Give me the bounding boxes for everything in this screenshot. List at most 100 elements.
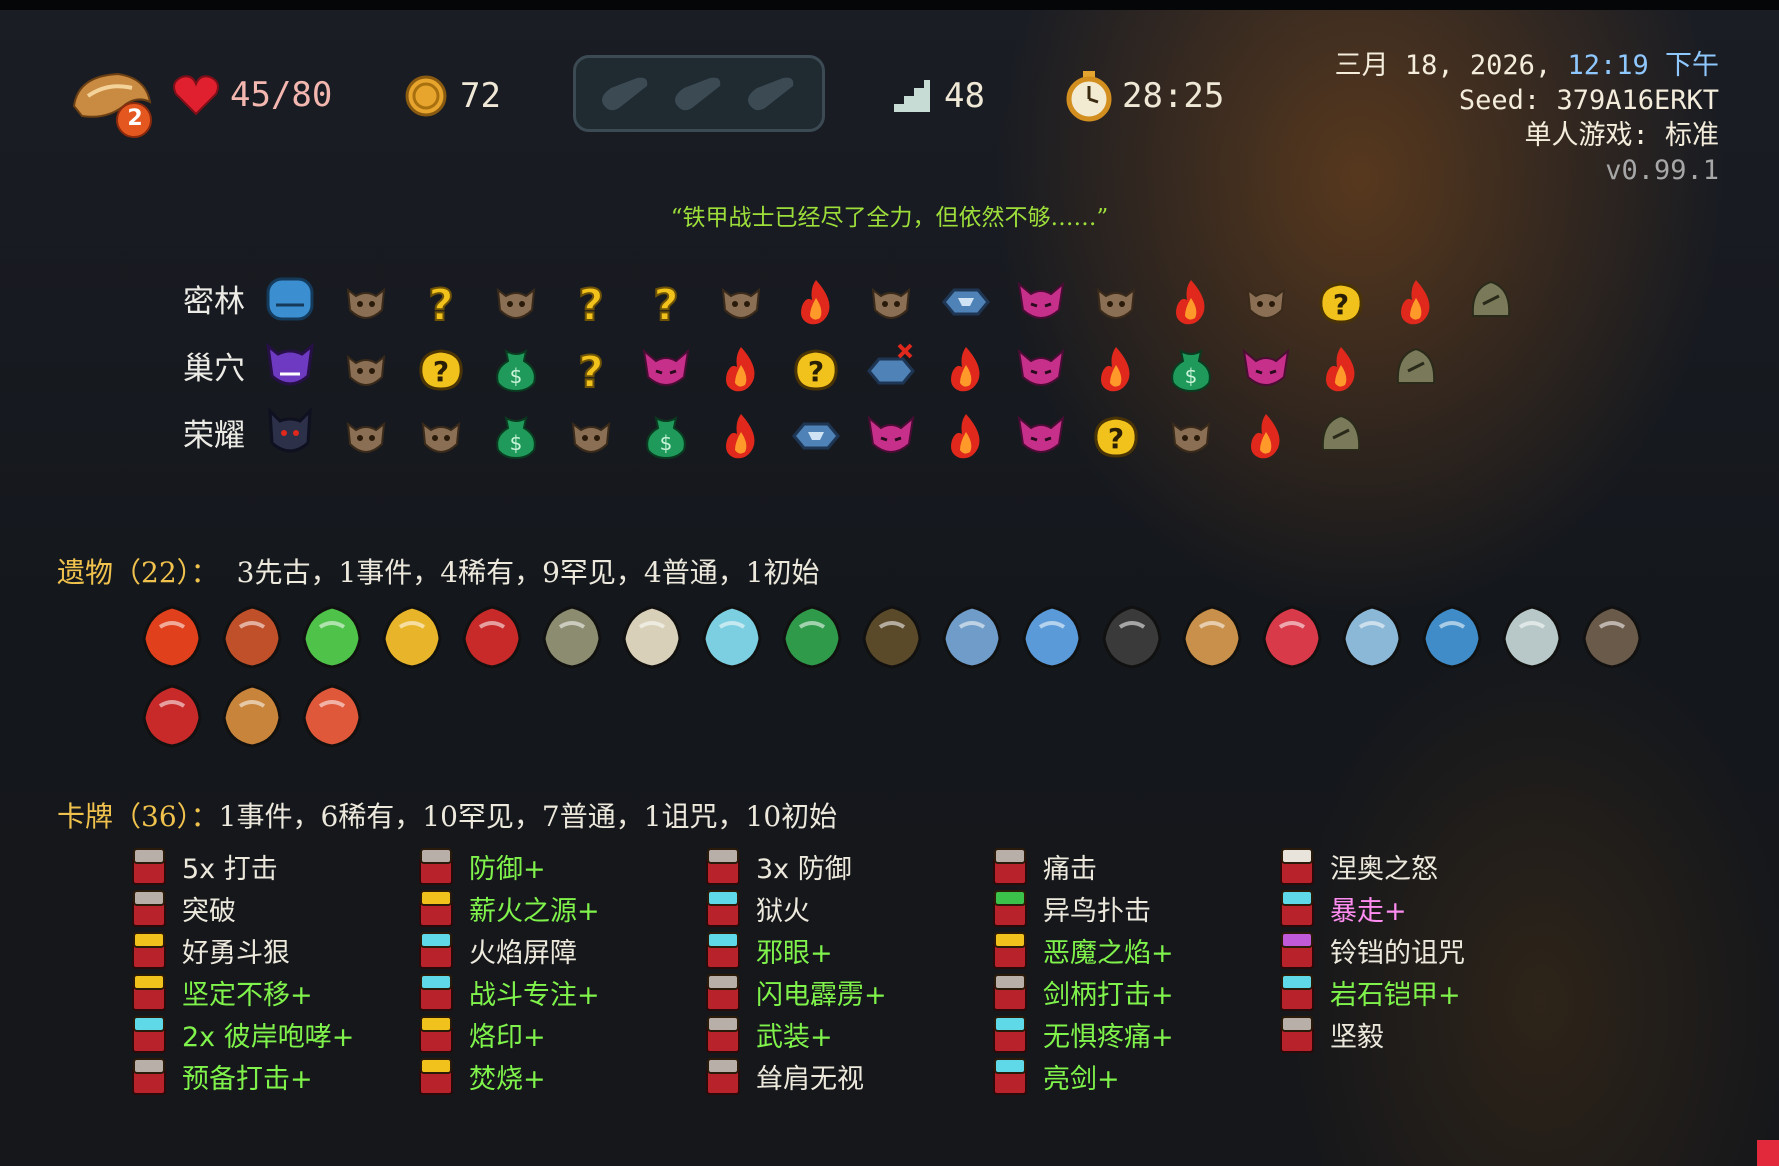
empty-potion-slot-icon[interactable] bbox=[743, 76, 801, 112]
card-entry[interactable]: 铃铛的诅咒 bbox=[1278, 932, 1465, 969]
map-node-elite-icon[interactable] bbox=[640, 343, 692, 395]
card-entry[interactable]: 痛击 bbox=[991, 848, 1097, 885]
map-node-treasure-icon[interactable] bbox=[940, 276, 992, 328]
treasure-chest-relic-icon[interactable] bbox=[216, 601, 288, 673]
card-entry[interactable]: 亮剑+ bbox=[991, 1058, 1120, 1095]
card-entry[interactable]: 恶魔之焰+ bbox=[991, 932, 1174, 969]
map-node-elite-icon[interactable] bbox=[1015, 410, 1067, 462]
map-node-rest-icon[interactable] bbox=[1315, 343, 1367, 395]
card-entry[interactable]: 防御+ bbox=[417, 848, 546, 885]
map-node-boss-icon[interactable] bbox=[1315, 410, 1367, 462]
cannon-icon[interactable] bbox=[1576, 601, 1648, 673]
bell-icon[interactable] bbox=[616, 601, 688, 673]
map-node-unknown-event-icon[interactable]: ? bbox=[790, 343, 842, 395]
card-entry[interactable]: 耸肩无视 bbox=[704, 1058, 864, 1095]
map-node-rest-icon[interactable] bbox=[940, 410, 992, 462]
card-entry[interactable]: 邪眼+ bbox=[704, 932, 833, 969]
triangle-icon[interactable] bbox=[1496, 601, 1568, 673]
card-entry[interactable]: 狱火 bbox=[704, 890, 810, 927]
map-node-rest-icon[interactable] bbox=[1240, 410, 1292, 462]
parrot-relic-icon[interactable] bbox=[296, 601, 368, 673]
card-entry[interactable]: 2x 彼岸咆哮+ bbox=[130, 1016, 354, 1053]
twisted-funnel-icon[interactable] bbox=[1336, 601, 1408, 673]
feather-icon[interactable] bbox=[1016, 601, 1088, 673]
card-entry[interactable]: 坚定不移+ bbox=[130, 974, 313, 1011]
map-node-merchant-icon[interactable]: $ bbox=[1165, 343, 1217, 395]
map-node-monster-icon[interactable] bbox=[340, 343, 392, 395]
map-node-boss-icon[interactable] bbox=[1465, 276, 1517, 328]
ring-icon[interactable] bbox=[1096, 601, 1168, 673]
empty-potion-slot-icon[interactable] bbox=[597, 76, 655, 112]
card-entry[interactable]: 无惧疼痛+ bbox=[991, 1016, 1174, 1053]
map-node-unknown-icon[interactable]: ? bbox=[565, 276, 617, 332]
map-node-rest-icon[interactable] bbox=[940, 343, 992, 395]
card-entry[interactable]: 剑柄打击+ bbox=[991, 974, 1174, 1011]
ticket-icon[interactable] bbox=[696, 601, 768, 673]
card-entry[interactable]: 好勇斗狠 bbox=[130, 932, 290, 969]
card-entry[interactable]: 战斗专注+ bbox=[417, 974, 600, 1011]
map-node-treasure-icon[interactable] bbox=[790, 410, 842, 462]
pot-icon[interactable] bbox=[1176, 601, 1248, 673]
champ-boss-icon[interactable] bbox=[264, 340, 316, 392]
flower-mask-icon[interactable] bbox=[296, 680, 368, 752]
map-node-unknown-icon[interactable]: ? bbox=[415, 276, 467, 332]
card-entry[interactable]: 武装+ bbox=[704, 1016, 833, 1053]
map-node-rest-icon[interactable] bbox=[1390, 276, 1442, 328]
map-node-monster-icon[interactable] bbox=[565, 410, 617, 462]
card-entry[interactable]: 5x 打击 bbox=[130, 848, 278, 885]
lizard-tail-icon[interactable] bbox=[776, 601, 848, 673]
candelabra-icon[interactable] bbox=[536, 601, 608, 673]
map-node-unknown-event-icon[interactable]: ? bbox=[415, 343, 467, 395]
card-entry[interactable]: 坚毅 bbox=[1278, 1016, 1384, 1053]
crate-icon[interactable] bbox=[216, 680, 288, 752]
anvil-icon[interactable] bbox=[1416, 601, 1488, 673]
map-node-rest-icon[interactable] bbox=[1090, 343, 1142, 395]
burning-blood-icon[interactable] bbox=[136, 601, 208, 673]
nunchaku-icon[interactable] bbox=[136, 680, 208, 752]
map-node-monster-icon[interactable] bbox=[340, 276, 392, 328]
card-entry[interactable]: 火焰屏障 bbox=[417, 932, 577, 969]
map-node-monster-icon[interactable] bbox=[1240, 276, 1292, 328]
map-node-monster-icon[interactable] bbox=[340, 410, 392, 462]
map-node-merchant-icon[interactable]: $ bbox=[640, 410, 692, 462]
map-node-monster-icon[interactable] bbox=[490, 276, 542, 328]
map-node-boss-icon[interactable] bbox=[1390, 343, 1442, 395]
map-node-rest-icon[interactable] bbox=[715, 410, 767, 462]
map-node-elite-icon[interactable] bbox=[1015, 343, 1067, 395]
card-entry[interactable]: 暴走+ bbox=[1278, 890, 1407, 927]
map-node-rest-icon[interactable] bbox=[715, 343, 767, 395]
map-node-treasure-skipped-icon[interactable] bbox=[865, 343, 917, 395]
map-node-unknown-event-icon[interactable]: ? bbox=[1315, 276, 1367, 328]
sunflower-relic-icon[interactable] bbox=[376, 601, 448, 673]
map-node-merchant-icon[interactable]: $ bbox=[490, 410, 542, 462]
awakened-boss-icon[interactable] bbox=[264, 407, 316, 459]
map-node-elite-icon[interactable] bbox=[865, 410, 917, 462]
ironclad-portrait-icon[interactable]: 2 bbox=[68, 66, 158, 142]
map-node-elite-icon[interactable] bbox=[1240, 343, 1292, 395]
map-node-monster-icon[interactable] bbox=[415, 410, 467, 462]
card-entry[interactable]: 烙印+ bbox=[417, 1016, 546, 1053]
hp-display[interactable]: 45/80 bbox=[172, 74, 332, 116]
gold-display[interactable]: 72 bbox=[404, 74, 501, 118]
card-entry[interactable]: 涅奥之怒 bbox=[1278, 848, 1438, 885]
map-node-rest-icon[interactable] bbox=[790, 276, 842, 328]
card-entry[interactable]: 预备打击+ bbox=[130, 1058, 313, 1095]
map-node-merchant-icon[interactable]: $ bbox=[490, 343, 542, 395]
empty-potion-slot-icon[interactable] bbox=[670, 76, 728, 112]
map-node-monster-icon[interactable] bbox=[865, 276, 917, 328]
card-entry[interactable]: 岩石铠甲+ bbox=[1278, 974, 1461, 1011]
map-node-monster-icon[interactable] bbox=[1165, 410, 1217, 462]
card-entry[interactable]: 薪火之源+ bbox=[417, 890, 600, 927]
card-entry[interactable]: 3x 防御 bbox=[704, 848, 852, 885]
floor-display[interactable]: 48 bbox=[892, 76, 985, 116]
slime-boss-icon[interactable] bbox=[264, 273, 316, 325]
map-node-unknown-icon[interactable]: ? bbox=[565, 343, 617, 399]
map-node-monster-icon[interactable] bbox=[1090, 276, 1142, 328]
map-node-rest-icon[interactable] bbox=[1165, 276, 1217, 328]
card-entry[interactable]: 突破 bbox=[130, 890, 236, 927]
card-entry[interactable]: 闪电霹雳+ bbox=[704, 974, 887, 1011]
map-node-unknown-icon[interactable]: ? bbox=[640, 276, 692, 332]
map-node-elite-icon[interactable] bbox=[1015, 276, 1067, 328]
map-node-monster-icon[interactable] bbox=[715, 276, 767, 328]
lava-egg-icon[interactable] bbox=[856, 601, 928, 673]
